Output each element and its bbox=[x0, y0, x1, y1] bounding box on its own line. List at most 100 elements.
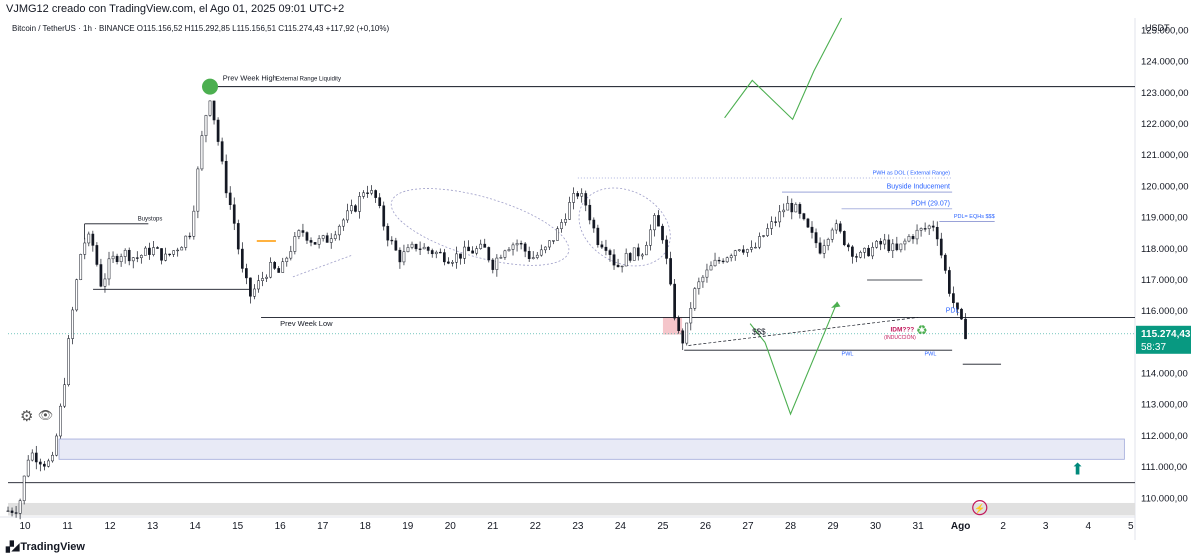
candle-body bbox=[83, 242, 87, 255]
bottom-gray-zone bbox=[8, 502, 1135, 516]
candle-body bbox=[354, 205, 357, 212]
candle-body bbox=[406, 247, 410, 252]
candle-body bbox=[6, 510, 10, 512]
candle-body bbox=[588, 204, 592, 221]
candle-body bbox=[168, 253, 171, 256]
candle-body bbox=[10, 510, 14, 513]
y-tick-label: 113.000,00 bbox=[1141, 400, 1188, 411]
candle-body bbox=[851, 246, 854, 257]
candle-body bbox=[798, 204, 802, 214]
chart-legend: Bitcoin / TetherUS · 1h · BINANCE O115.1… bbox=[12, 24, 389, 33]
candle-body bbox=[628, 253, 632, 261]
price-chart[interactable]: ⚙ 👁 ♻ ⚡ ⬆ Prev Week High External Range Liquid… bbox=[0, 0, 1199, 558]
x-tick-label: 16 bbox=[275, 521, 287, 532]
y-tick-label: 111.000,00 bbox=[1141, 462, 1187, 473]
candle-body bbox=[358, 196, 361, 212]
candle-body bbox=[261, 278, 264, 281]
candle-body bbox=[236, 223, 240, 250]
candle-body bbox=[810, 226, 814, 233]
candle-body bbox=[855, 256, 858, 258]
candle-body bbox=[859, 252, 862, 258]
trend-dotted-line bbox=[292, 254, 353, 278]
candle-body bbox=[935, 226, 939, 240]
label-pdh: PDH (29.07) bbox=[911, 200, 950, 207]
candle-body bbox=[119, 256, 123, 263]
range-ellipse bbox=[578, 187, 671, 267]
x-tick-label: 31 bbox=[913, 521, 925, 532]
candle-body bbox=[135, 257, 139, 259]
current-price-value: 115.274,43 bbox=[1141, 329, 1191, 340]
candle-body bbox=[398, 249, 402, 263]
green-projection-lower bbox=[764, 301, 838, 416]
candle-body bbox=[103, 278, 107, 287]
x-tick-label: 21 bbox=[487, 521, 499, 532]
y-tick-label: 116.000,00 bbox=[1141, 306, 1188, 317]
candle-body bbox=[834, 223, 838, 231]
label-idm: IDM??? bbox=[890, 326, 914, 333]
candle-body bbox=[67, 338, 70, 386]
candle-body bbox=[826, 239, 830, 246]
candle-body bbox=[79, 254, 83, 280]
candle-body bbox=[608, 250, 612, 255]
candle-body bbox=[325, 235, 329, 243]
candle-body bbox=[402, 251, 406, 263]
candle-body bbox=[144, 247, 147, 256]
candle-body bbox=[148, 247, 151, 255]
candle-body bbox=[612, 254, 616, 266]
candle-body bbox=[572, 193, 575, 203]
x-tick-label: 12 bbox=[105, 521, 117, 532]
green-arrow-head bbox=[831, 301, 841, 309]
candle-body bbox=[592, 219, 596, 229]
candle-body bbox=[750, 247, 753, 250]
candle-body bbox=[305, 232, 309, 241]
candle-body bbox=[245, 268, 248, 279]
eye-icon: 👁 bbox=[38, 408, 53, 422]
candle-body bbox=[390, 239, 394, 242]
candle-body bbox=[366, 192, 369, 194]
label-pwh-dol: PWH as DOL ( External Range) bbox=[873, 171, 951, 177]
candle-body bbox=[451, 261, 454, 264]
candle-body bbox=[515, 243, 519, 246]
candle-body bbox=[758, 236, 761, 248]
candle-body bbox=[681, 330, 685, 344]
candle-body bbox=[762, 235, 765, 237]
label-pwl-left: PWL bbox=[842, 351, 854, 357]
y-tick-label: 121.000,00 bbox=[1141, 150, 1189, 161]
candle-body bbox=[99, 264, 103, 287]
candle-body bbox=[317, 238, 321, 245]
x-tick-label: 19 bbox=[402, 521, 414, 532]
current-price-countdown: 58:37 bbox=[1141, 342, 1166, 353]
candle-body bbox=[560, 222, 563, 229]
consolidation-ellipse bbox=[390, 188, 570, 266]
green-projection-upper bbox=[724, 17, 843, 121]
candle-body bbox=[224, 161, 228, 194]
candle-body bbox=[523, 243, 527, 252]
x-tick-label: Ago bbox=[951, 521, 970, 532]
candle-body bbox=[875, 240, 878, 248]
candle-body bbox=[434, 251, 438, 255]
candle-body bbox=[632, 247, 636, 261]
candle-body bbox=[414, 243, 418, 250]
x-tick-label: 18 bbox=[360, 521, 372, 532]
candle-body bbox=[430, 250, 434, 255]
x-tick-label: 17 bbox=[317, 521, 329, 532]
candle-body bbox=[701, 276, 705, 283]
x-tick-label: 24 bbox=[615, 521, 627, 532]
x-tick-label: 4 bbox=[1085, 521, 1091, 532]
candle-body bbox=[580, 193, 584, 197]
candle-body bbox=[782, 209, 786, 213]
candle-body bbox=[511, 244, 515, 250]
candle-body bbox=[51, 454, 54, 462]
x-tick-label: 5 bbox=[1128, 521, 1134, 532]
candle-body bbox=[939, 238, 943, 256]
candle-body bbox=[576, 193, 580, 197]
candle-body bbox=[822, 245, 826, 254]
x-tick-label: 30 bbox=[870, 521, 882, 532]
candle-body bbox=[180, 247, 184, 251]
candle-body bbox=[669, 258, 672, 285]
x-tick-label: 27 bbox=[742, 521, 754, 532]
candle-body bbox=[346, 210, 349, 221]
x-tick-label: 26 bbox=[700, 521, 712, 532]
candle-body bbox=[220, 141, 224, 162]
candle-body bbox=[960, 308, 963, 320]
